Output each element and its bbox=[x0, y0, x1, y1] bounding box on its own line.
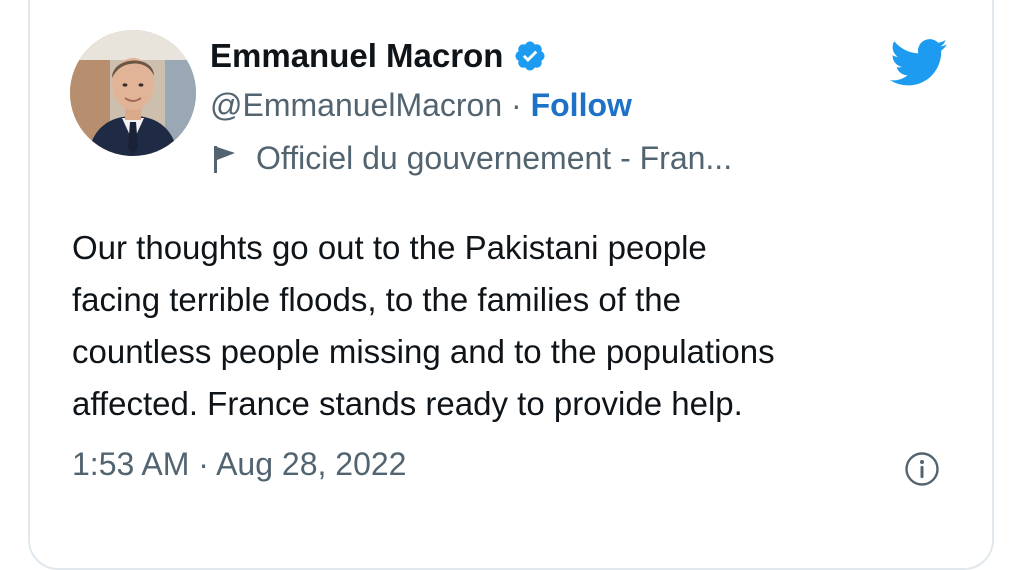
flag-icon bbox=[212, 144, 238, 174]
author-name[interactable]: Emmanuel Macron bbox=[210, 37, 503, 75]
follow-button[interactable]: Follow bbox=[531, 87, 632, 123]
account-label[interactable]: Officiel du gouvernement - Fran... bbox=[256, 140, 732, 177]
handle-row: @EmmanuelMacron · Follow bbox=[210, 87, 632, 124]
tweet-text: Our thoughts go out to the Pakistani peo… bbox=[72, 229, 775, 422]
avatar-image bbox=[70, 30, 196, 156]
author-handle[interactable]: @EmmanuelMacron bbox=[210, 87, 502, 123]
info-icon[interactable] bbox=[904, 451, 940, 487]
verified-badge-icon bbox=[513, 39, 547, 73]
twitter-bird-icon[interactable] bbox=[890, 38, 948, 88]
avatar[interactable] bbox=[70, 30, 196, 156]
tweet-timestamp[interactable]: 1:53 AM · Aug 28, 2022 bbox=[72, 446, 406, 483]
separator-dot: · bbox=[502, 87, 531, 123]
account-label-row: Officiel du gouvernement - Fran... bbox=[212, 140, 732, 177]
author-name-row: Emmanuel Macron bbox=[210, 34, 547, 78]
